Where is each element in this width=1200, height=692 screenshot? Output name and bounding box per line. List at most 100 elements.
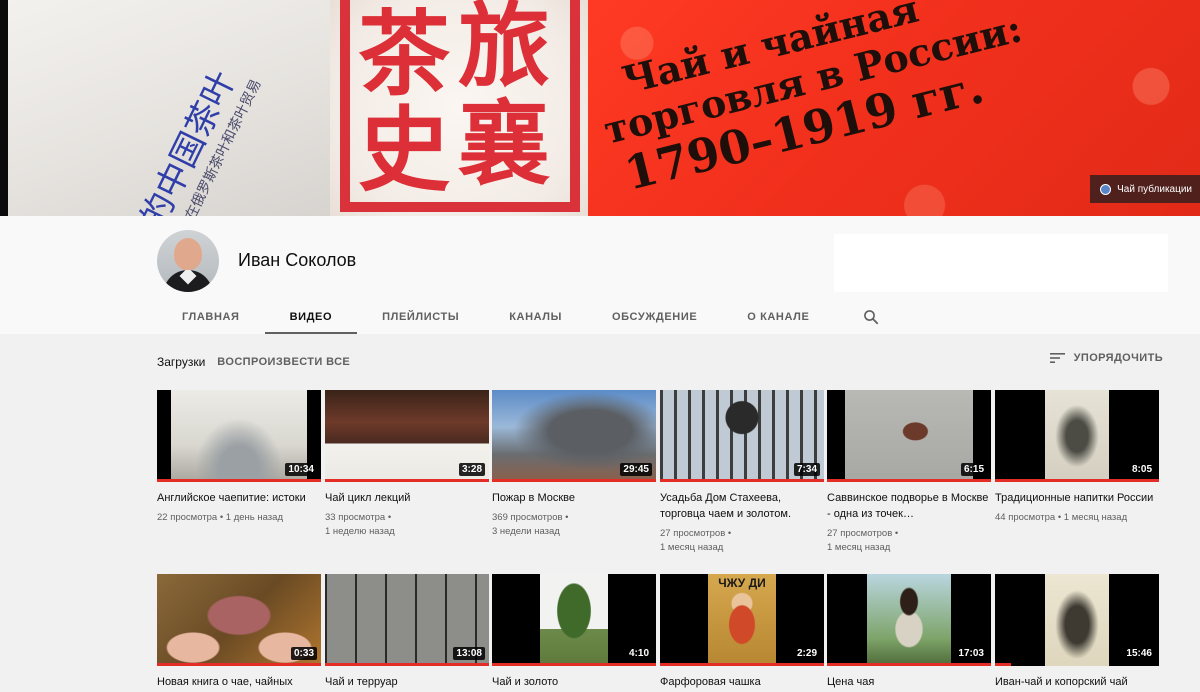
thumbnail-image xyxy=(540,574,608,666)
thumbnail-image xyxy=(845,390,973,482)
banner-seal-photo: 旅 茶 襄 史 xyxy=(330,0,588,216)
watch-progress-bar xyxy=(995,479,1159,482)
video-title[interactable]: Фарфоровая чашка xyxy=(660,674,824,690)
video-thumbnail[interactable]: 6:15 xyxy=(827,390,991,482)
video-thumbnail[interactable]: 8:05 xyxy=(995,390,1159,482)
video-meta: 1 неделю назад xyxy=(325,526,395,537)
videos-section: Загрузки ВОСПРОИЗВЕСТИ ВСЕ УПОРЯДОЧИТЬ 1… xyxy=(0,334,1200,692)
video-meta: 27 просмотров • xyxy=(827,528,899,539)
video-card[interactable]: 10:34 Английское чаепитие: истоки 22 про… xyxy=(157,390,321,525)
watch-progress-bar xyxy=(995,663,1012,666)
watch-progress-bar xyxy=(325,479,489,482)
video-meta-block: 369 просмотров • 3 недели назад xyxy=(492,511,656,539)
video-meta: 3 недели назад xyxy=(492,526,560,537)
video-duration: 6:15 xyxy=(960,463,987,476)
globe-icon xyxy=(1100,183,1112,195)
subscribe-area xyxy=(834,234,1168,292)
video-card[interactable]: 0:33 Новая книга о чае, чайных xyxy=(157,574,321,692)
video-title[interactable]: Пожар в Москве xyxy=(492,490,656,506)
tab-channels[interactable]: КАНАЛЫ xyxy=(484,300,587,334)
video-title[interactable]: Цена чая xyxy=(827,674,991,690)
seal-char: 襄 xyxy=(458,90,551,198)
video-thumbnail[interactable]: 10:34 xyxy=(157,390,321,482)
tab-about[interactable]: О КАНАЛЕ xyxy=(722,300,834,334)
avatar-head xyxy=(174,238,202,270)
video-thumbnail[interactable]: 13:08 xyxy=(325,574,489,666)
video-meta-block: 27 просмотров • 1 месяц назад xyxy=(827,527,991,555)
video-card[interactable]: 4:10 Чай и золото xyxy=(492,574,656,692)
video-thumbnail[interactable]: 3:28 xyxy=(325,390,489,482)
video-thumbnail[interactable]: 0:33 xyxy=(157,574,321,666)
video-meta-block: 33 просмотра • 1 неделю назад xyxy=(325,511,489,539)
tab-home[interactable]: ГЛАВНАЯ xyxy=(157,300,265,334)
video-thumbnail[interactable]: 29:45 xyxy=(492,390,656,482)
channel-search-button[interactable] xyxy=(848,300,894,334)
video-meta-block: 27 просмотров • 1 месяц назад xyxy=(660,527,824,555)
banner-link-button[interactable]: Чай публикации xyxy=(1090,175,1200,203)
video-duration: 13:08 xyxy=(453,647,485,660)
seal-char: 旅 xyxy=(458,0,551,100)
video-card[interactable]: 15:46 Иван-чай и копорский чай xyxy=(995,574,1159,692)
channel-name: Иван Соколов xyxy=(238,250,357,270)
watch-progress-bar xyxy=(157,479,321,482)
video-card[interactable]: 8:05 Традиционные напитки России 44 прос… xyxy=(995,390,1159,525)
video-duration: 17:03 xyxy=(955,647,987,660)
sort-button[interactable]: УПОРЯДОЧИТЬ xyxy=(1049,352,1163,364)
thumbnail-caption: ЧЖУ ДИ xyxy=(718,576,766,590)
watch-progress-bar xyxy=(492,663,656,666)
tab-playlists[interactable]: ПЛЕЙЛИСТЫ xyxy=(357,300,484,334)
uploads-dropdown[interactable]: Загрузки xyxy=(157,355,205,369)
seal-char: 茶 xyxy=(358,0,451,108)
video-title[interactable]: Усадьба Дом Стахеева, торговца чаем и зо… xyxy=(660,490,824,522)
video-thumbnail[interactable]: 17:03 xyxy=(827,574,991,666)
video-title[interactable]: Традиционные напитки России xyxy=(995,490,1159,506)
video-card[interactable]: 3:28 Чай цикл лекций 33 просмотра • 1 нед… xyxy=(325,390,489,539)
video-thumbnail[interactable]: 4:10 xyxy=(492,574,656,666)
play-all-button[interactable]: ВОСПРОИЗВЕСТИ ВСЕ xyxy=(217,356,350,368)
video-meta: 1 месяц назад xyxy=(827,542,891,553)
tab-discussion[interactable]: ОБСУЖДЕНИЕ xyxy=(587,300,722,334)
video-duration: 2:29 xyxy=(793,647,820,660)
watch-progress-bar xyxy=(827,479,991,482)
video-card[interactable]: 17:03 Цена чая xyxy=(827,574,991,692)
watch-progress-bar xyxy=(492,479,656,482)
search-icon xyxy=(864,310,879,325)
video-duration: 7:34 xyxy=(793,463,820,476)
watch-progress-bar xyxy=(660,663,824,666)
video-duration: 0:33 xyxy=(290,647,317,660)
banner-card-photo: 的中国茶叶 在俄罗斯茶叶和茶叶贸易 xyxy=(8,0,330,216)
video-card[interactable]: 29:45 Пожар в Москве 369 просмотров • 3 н… xyxy=(492,390,656,539)
video-title[interactable]: Чай и золото xyxy=(492,674,656,690)
section-header: Загрузки ВОСПРОИЗВЕСТИ ВСЕ УПОРЯДОЧИТЬ xyxy=(157,352,1165,372)
channel-header: Иван Соколов ГЛАВНАЯ ВИДЕО ПЛЕЙЛИСТЫ КАН… xyxy=(0,216,1200,334)
video-duration: 29:45 xyxy=(620,463,652,476)
video-title[interactable]: Чай цикл лекций xyxy=(325,490,489,506)
banner-image: 的中国茶叶 在俄罗斯茶叶和茶叶贸易 旅 茶 襄 史 Чай и чайная т… xyxy=(8,0,1200,216)
video-title[interactable]: Чай и терруар xyxy=(325,674,489,690)
video-duration: 8:05 xyxy=(1128,463,1155,476)
tab-videos[interactable]: ВИДЕО xyxy=(264,300,358,334)
video-thumbnail[interactable]: 7:34 xyxy=(660,390,824,482)
banner-link-label: Чай публикации xyxy=(1117,183,1192,195)
video-card[interactable]: 13:08 Чай и терруар xyxy=(325,574,489,692)
video-meta: 1 месяц назад xyxy=(660,542,724,553)
video-title[interactable]: Саввинское подворье в Москве - одна из т… xyxy=(827,490,991,522)
video-title[interactable]: Новая книга о чае, чайных xyxy=(157,674,321,690)
book-title: Чай и чайная торговля в России: 1790–191… xyxy=(599,0,1156,201)
channel-tabs: ГЛАВНАЯ ВИДЕО ПЛЕЙЛИСТЫ КАНАЛЫ ОБСУЖДЕНИ… xyxy=(157,300,894,334)
video-title[interactable]: Иван-чай и копорский чай xyxy=(995,674,1159,690)
video-card[interactable]: ЧЖУ ДИ 2:29 Фарфоровая чашка xyxy=(660,574,824,692)
watch-progress-bar xyxy=(827,663,991,666)
video-thumbnail[interactable]: 15:46 xyxy=(995,574,1159,666)
video-meta: 44 просмотра • 1 месяц назад xyxy=(995,512,1128,523)
video-card[interactable]: 7:34 Усадьба Дом Стахеева, торговца чаем… xyxy=(660,390,824,555)
video-title[interactable]: Английское чаепитие: истоки xyxy=(157,490,321,506)
video-thumbnail[interactable]: ЧЖУ ДИ 2:29 xyxy=(660,574,824,666)
video-meta: 22 просмотра • 1 день назад xyxy=(157,512,283,523)
video-card[interactable]: 6:15 Саввинское подворье в Москве - одна… xyxy=(827,390,991,555)
channel-banner: 的中国茶叶 在俄罗斯茶叶和茶叶贸易 旅 茶 襄 史 Чай и чайная т… xyxy=(0,0,1200,216)
thumbnail-image: ЧЖУ ДИ xyxy=(708,574,776,666)
video-duration: 4:10 xyxy=(625,647,652,660)
avatar[interactable] xyxy=(157,230,219,292)
thumbnail-image xyxy=(1045,390,1109,482)
